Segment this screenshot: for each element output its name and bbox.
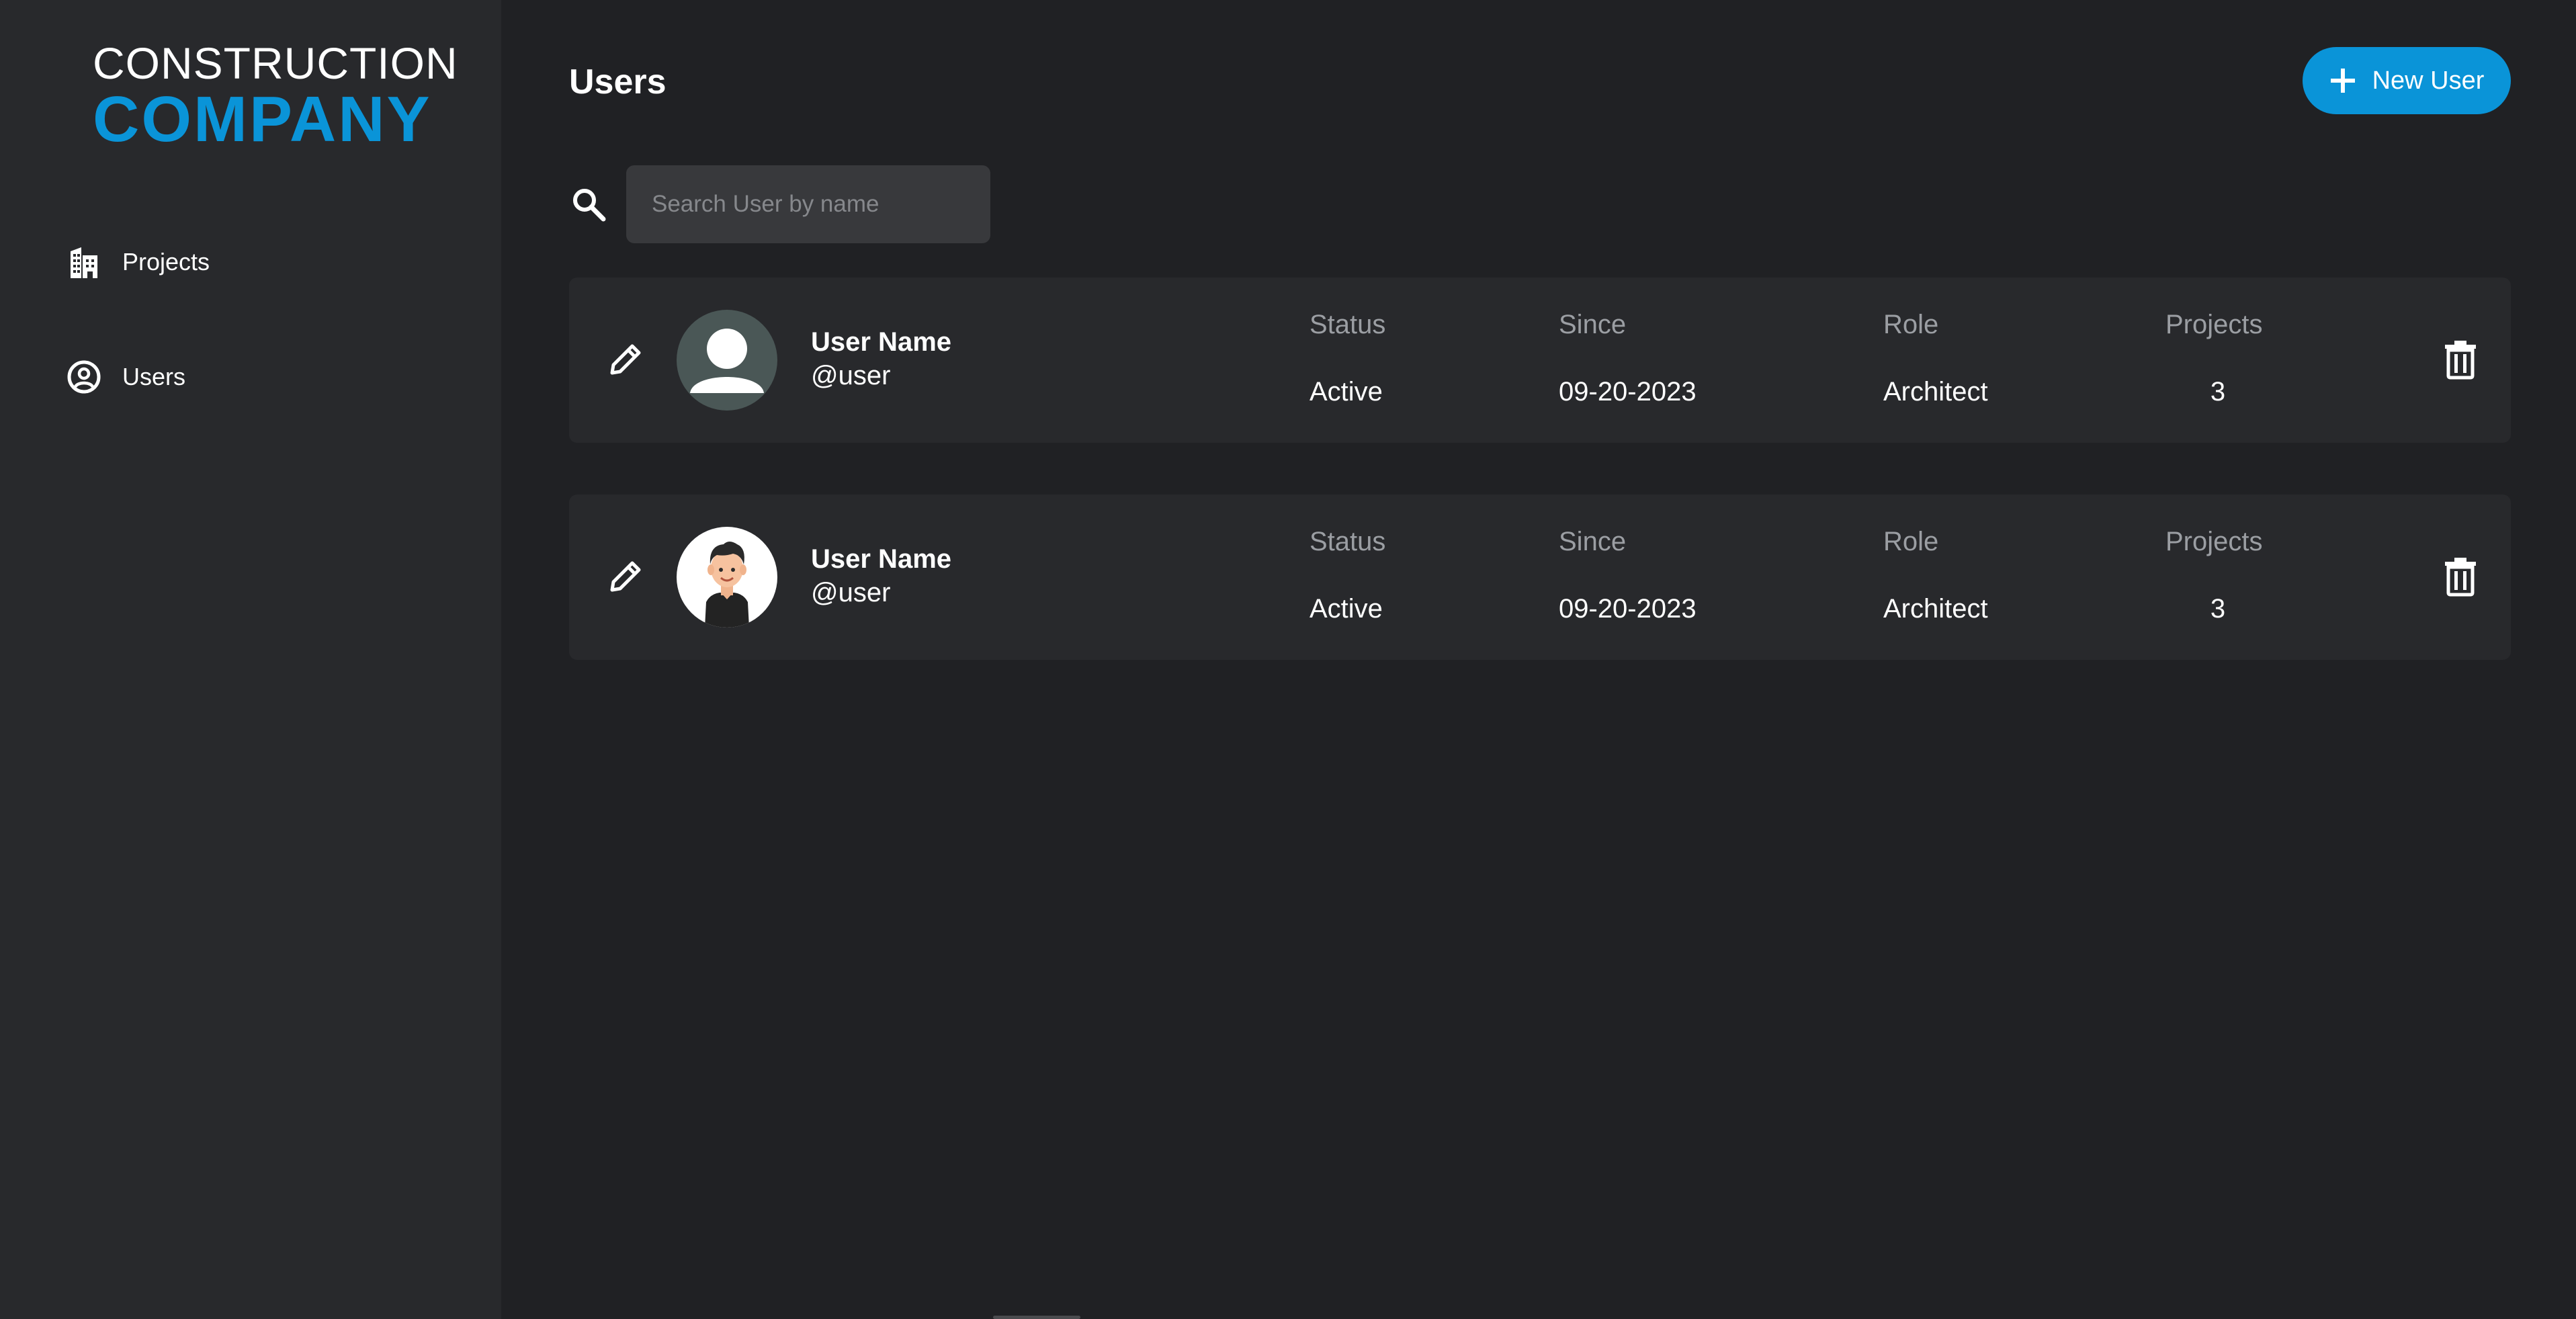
user-handle: @user [811, 578, 891, 607]
plus-icon [2330, 69, 2355, 93]
since-label: Since [1559, 310, 1627, 339]
user-handle: @user [811, 361, 891, 390]
avatar [677, 310, 777, 411]
status-value: Active [1310, 377, 1383, 407]
app: CONSTRUCTION COMPANY Projects Users User… [0, 0, 2576, 1319]
projects-label: Projects [2165, 527, 2263, 556]
new-user-label: New User [2372, 66, 2485, 95]
page-title: Users [569, 62, 667, 101]
projects-value: 3 [2210, 377, 2226, 407]
building-icon [66, 244, 102, 280]
sidebar-item-projects[interactable]: Projects [66, 242, 210, 282]
status-value: Active [1310, 594, 1383, 624]
user-card: User Name @user Status Active Since 09-2… [569, 495, 2511, 660]
sidebar-item-users[interactable]: Users [66, 357, 185, 397]
trash-icon[interactable] [2438, 337, 2483, 381]
sidebar: CONSTRUCTION COMPANY Projects Users [0, 0, 501, 1319]
logo[interactable]: CONSTRUCTION COMPANY [93, 38, 458, 155]
role-value: Architect [1883, 377, 1988, 407]
user-circle-icon [66, 359, 102, 395]
default-avatar-icon [677, 310, 777, 411]
logo-line2: COMPANY [93, 83, 432, 155]
new-user-button[interactable]: New User [2303, 47, 2511, 114]
sidebar-item-label: Projects [122, 248, 210, 275]
since-value: 09-20-2023 [1559, 377, 1697, 407]
avatar [677, 527, 777, 628]
user-card: User Name @user Status Active Since 09-2… [569, 278, 2511, 443]
status-label: Status [1310, 310, 1386, 339]
logo-line1: CONSTRUCTION [93, 38, 458, 88]
role-value: Architect [1883, 594, 1988, 624]
edit-pencil-icon[interactable] [605, 556, 646, 597]
cartoon-avatar-icon [677, 527, 777, 628]
role-label: Role [1883, 527, 1939, 556]
role-label: Role [1883, 310, 1939, 339]
projects-value: 3 [2210, 594, 2226, 624]
trash-icon[interactable] [2438, 554, 2483, 598]
user-name: User Name [811, 327, 952, 357]
search-icon[interactable] [570, 185, 607, 223]
projects-label: Projects [2165, 310, 2263, 339]
bottom-handle[interactable] [993, 1316, 1080, 1319]
user-name: User Name [811, 544, 952, 574]
sidebar-item-label: Users [122, 363, 186, 390]
search-input[interactable] [626, 165, 990, 243]
since-value: 09-20-2023 [1559, 594, 1697, 624]
status-label: Status [1310, 527, 1386, 556]
edit-pencil-icon[interactable] [605, 339, 646, 380]
since-label: Since [1559, 527, 1627, 556]
